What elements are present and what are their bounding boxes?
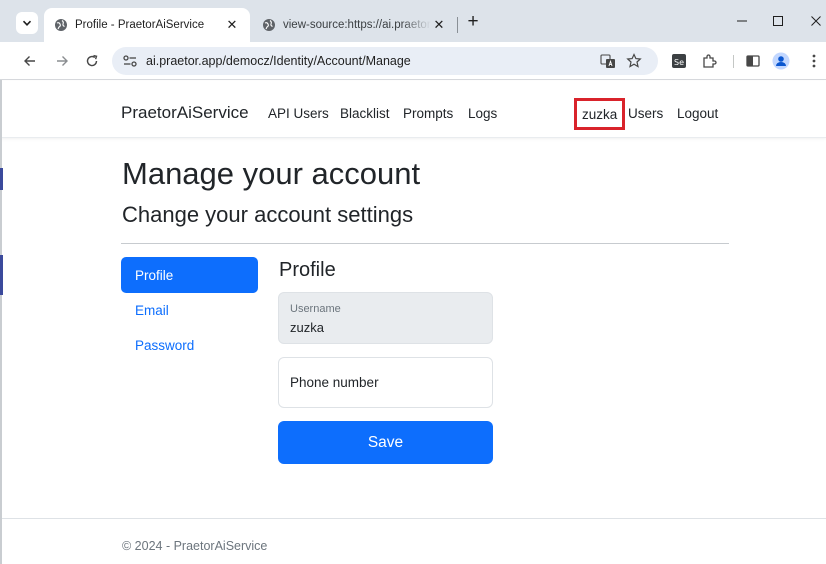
page-viewport: PraetorAiService API Users Blacklist Pro… [0,81,826,564]
back-icon[interactable] [20,51,40,71]
tab-title: Profile - PraetorAiService [75,19,205,31]
nav-link-users[interactable]: Users [628,106,663,121]
phone-number-input[interactable] [279,358,492,407]
translate-icon[interactable] [600,53,616,69]
forward-icon[interactable] [52,51,72,71]
nav-link-prompts[interactable]: Prompts [403,106,453,121]
page-subtitle: Change your account settings [122,202,414,227]
window-edge-mark [0,168,3,190]
brand-link[interactable]: PraetorAiService [121,103,249,123]
address-bar[interactable]: ai.praetor.app/democz/Identity/Account/M… [112,47,658,75]
username-label: Username [290,303,341,315]
nav-link-logs[interactable]: Logs [468,106,497,121]
globe-icon [263,19,275,31]
maximize-icon[interactable] [765,10,791,32]
bookmark-star-icon[interactable] [626,53,642,69]
toolbar-divider [733,55,734,68]
page-title: Manage your account [122,156,421,191]
phone-number-field[interactable] [278,357,493,408]
sidebar-item-email[interactable]: Email [121,292,258,328]
new-tab-button[interactable]: + [462,12,484,34]
extensions-icon[interactable] [700,52,718,70]
profile-icon[interactable] [772,52,790,70]
site-navbar: PraetorAiService API Users Blacklist Pro… [0,81,826,138]
tab-separator [457,17,458,33]
site-info-icon[interactable] [122,54,138,68]
nav-link-user[interactable]: zuzka [574,98,626,130]
footer-divider [0,518,826,519]
tab-title: view-source:https://ai.praetor.ai [283,19,431,31]
tab-view-source[interactable]: view-source:https://ai.praetor.ai ✕ [252,8,457,42]
footer-text: © 2024 - PraetorAiService [122,539,268,553]
minimize-icon[interactable] [729,10,755,32]
svg-text:Se: Se [674,58,684,67]
url-text[interactable]: ai.praetor.app/democz/Identity/Account/M… [146,54,411,68]
window-edge [0,80,2,564]
tab-profile[interactable]: Profile - PraetorAiService ✕ [44,8,250,42]
menu-dots-icon[interactable] [805,52,823,70]
divider [121,243,729,244]
nav-link-logout[interactable]: Logout [677,106,718,121]
nav-link-blacklist[interactable]: Blacklist [340,106,390,121]
username-field: Username zuzka [278,292,493,344]
side-panel-icon[interactable] [744,52,762,70]
selenium-extension-icon[interactable]: Se [670,52,688,70]
reload-icon[interactable] [82,51,102,71]
globe-icon [55,19,67,31]
sidebar-item-password[interactable]: Password [121,327,258,363]
window-edge-mark [0,255,3,295]
username-value: zuzka [290,320,324,335]
sidebar-item-profile[interactable]: Profile [121,257,258,293]
section-heading: Profile [279,259,336,281]
save-button[interactable]: Save [278,421,493,464]
close-icon[interactable]: ✕ [431,17,447,33]
nav-link-api-users[interactable]: API Users [268,106,329,121]
browser-tab-strip: Profile - PraetorAiService ✕ view-source… [0,0,826,42]
tab-search-icon[interactable] [16,12,38,34]
close-icon[interactable]: ✕ [224,17,240,33]
browser-toolbar: ai.praetor.app/democz/Identity/Account/M… [0,42,826,80]
close-window-icon[interactable] [803,10,826,32]
